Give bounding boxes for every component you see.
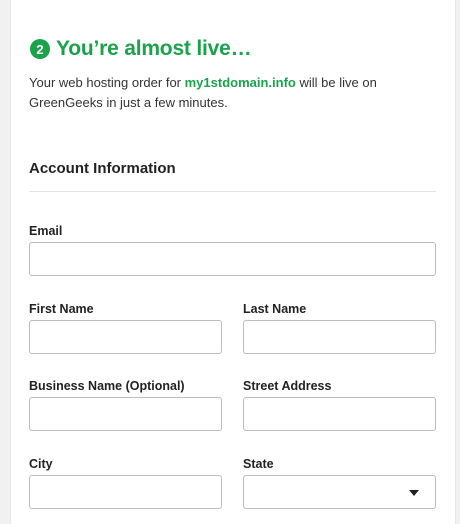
intro-text: Your web hosting order for my1stdomain.i… xyxy=(29,73,441,113)
section-divider xyxy=(29,191,436,192)
street-address-field[interactable] xyxy=(243,397,436,431)
step-number-badge: 2 xyxy=(30,39,50,59)
last-name-field[interactable] xyxy=(243,320,436,354)
city-label: City xyxy=(29,457,53,471)
order-card: 2 You’re almost live… Your web hosting o… xyxy=(10,0,456,524)
caret-down-icon xyxy=(409,490,419,496)
first-name-label: First Name xyxy=(29,302,94,316)
city-field[interactable] xyxy=(29,475,222,509)
business-name-label: Business Name (Optional) xyxy=(29,379,185,393)
page-title: You’re almost live… xyxy=(56,37,252,60)
state-label: State xyxy=(243,457,274,471)
business-name-field[interactable] xyxy=(29,397,222,431)
email-label: Email xyxy=(29,224,63,238)
email-field[interactable] xyxy=(29,242,436,276)
intro-text-before: Your web hosting order for xyxy=(29,75,185,90)
state-select[interactable] xyxy=(243,475,436,509)
section-heading-account-information: Account Information xyxy=(29,160,176,177)
first-name-field[interactable] xyxy=(29,320,222,354)
last-name-label: Last Name xyxy=(243,302,307,316)
title-row: 2 You’re almost live… xyxy=(30,37,252,61)
street-address-label: Street Address xyxy=(243,379,332,393)
domain-name: my1stdomain.info xyxy=(184,75,296,90)
